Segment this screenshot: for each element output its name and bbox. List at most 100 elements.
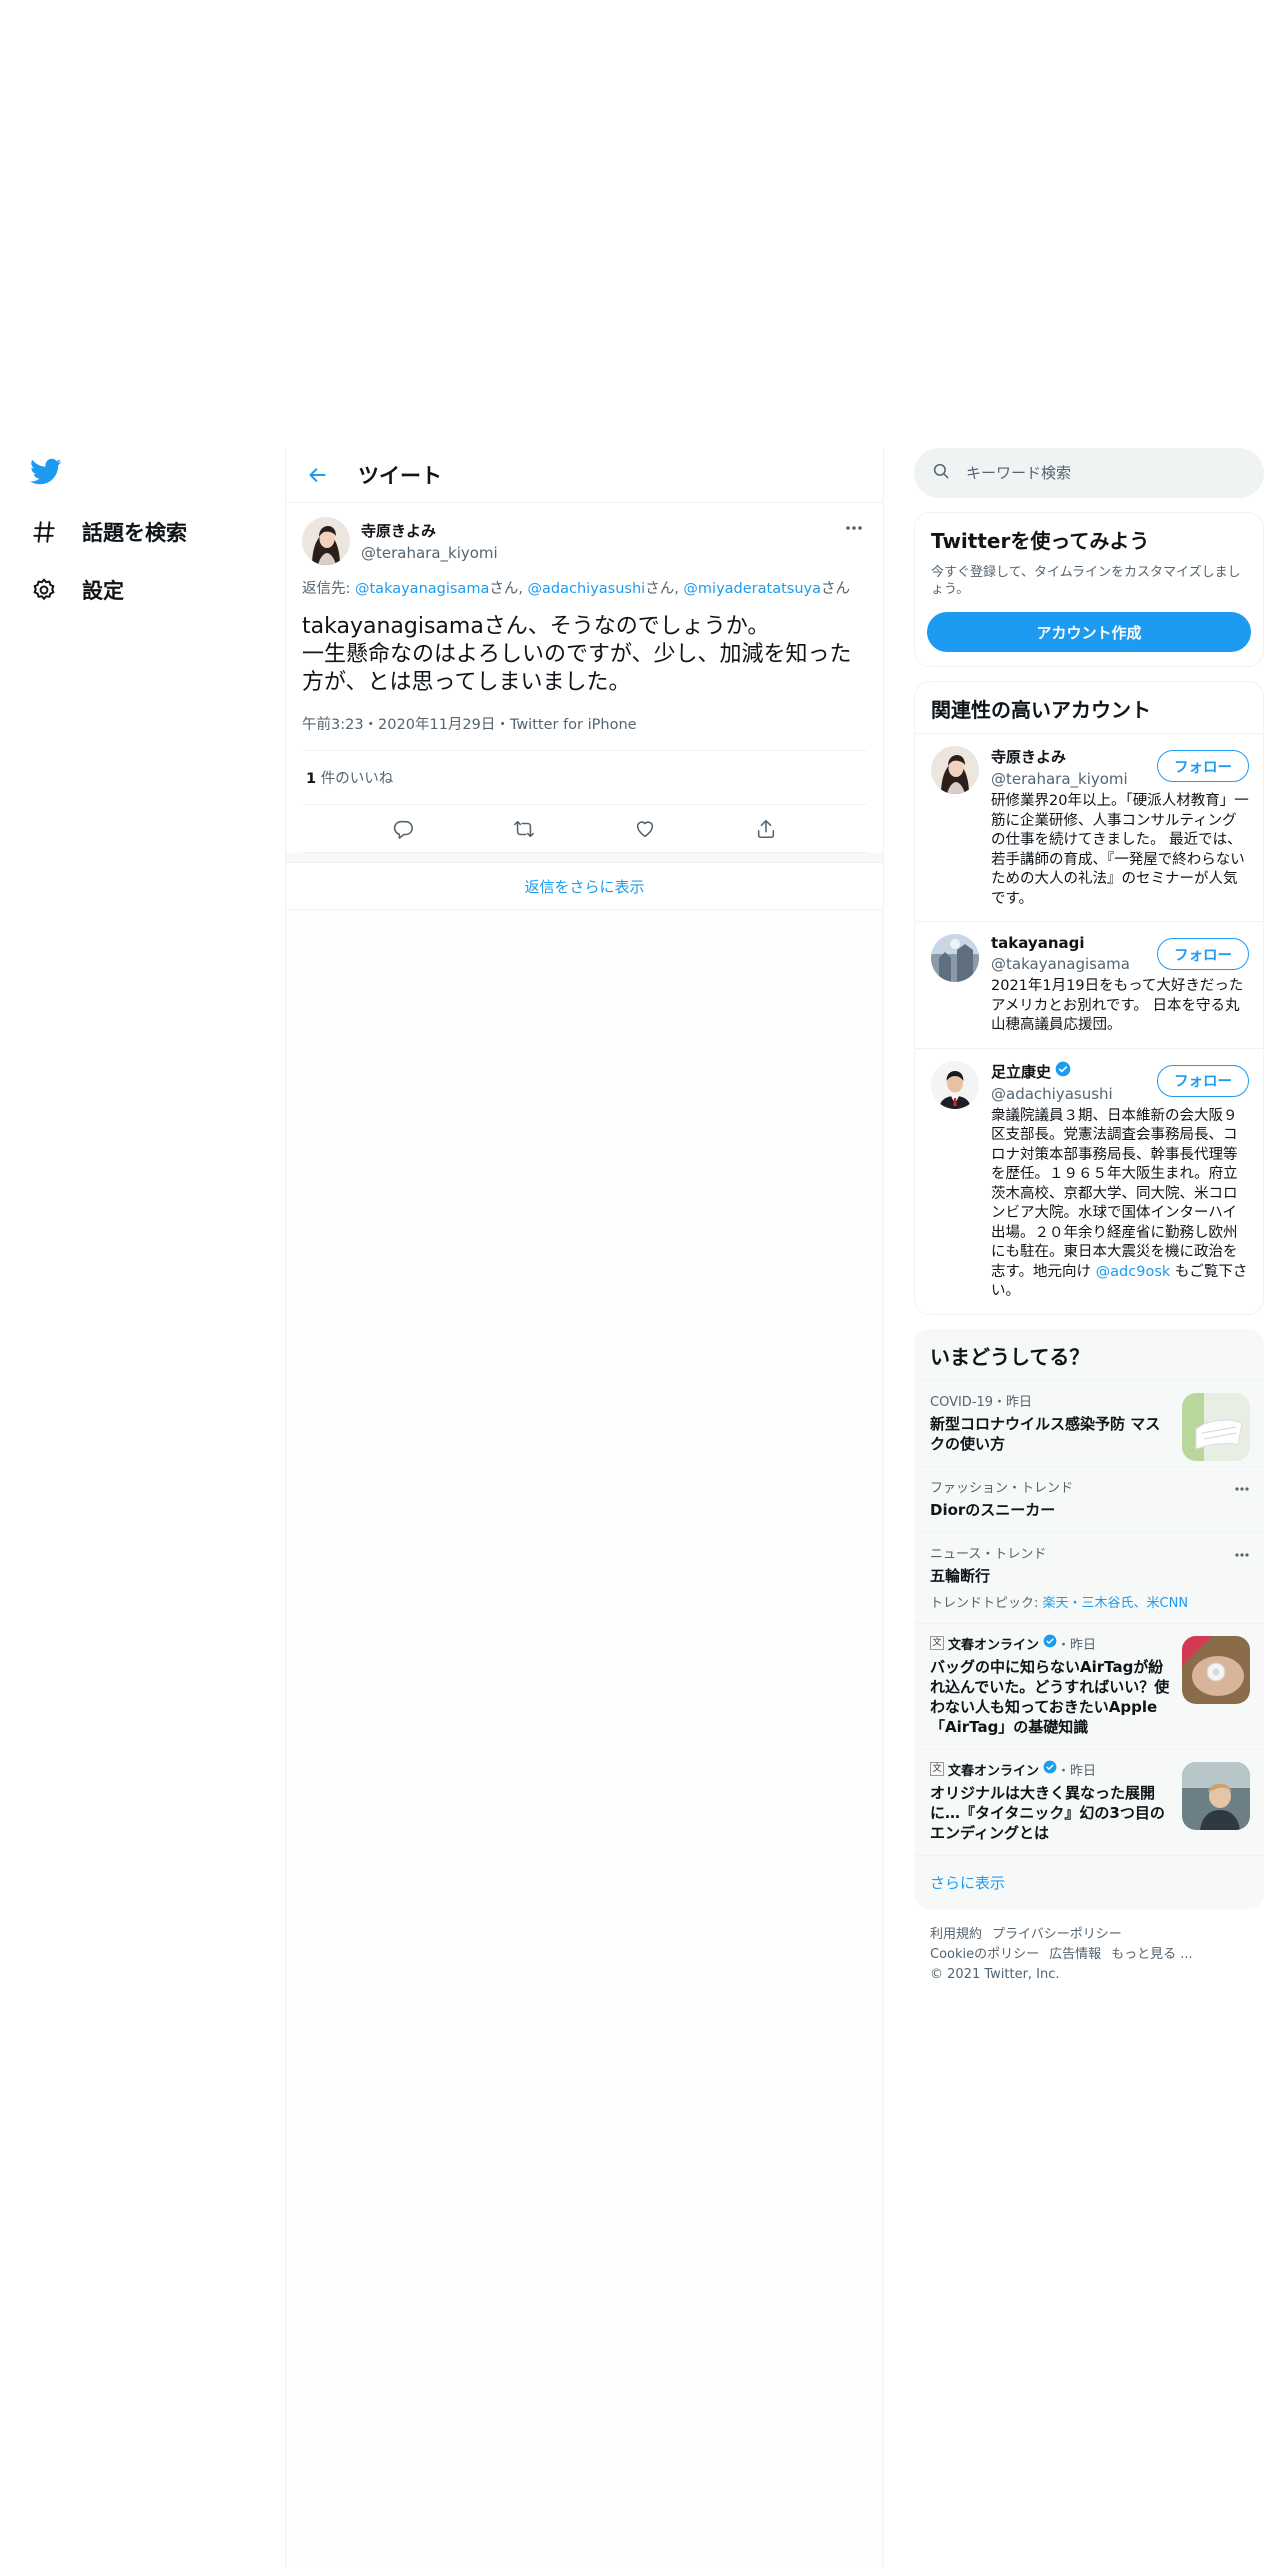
trends-show-more-link[interactable]: さらに表示 [914,1854,1264,1909]
trend-context: 文 文春オンライン ・昨日 [930,1634,1170,1653]
trend-item[interactable]: COVID-19・昨日 新型コロナウイルス感染予防 マスクの使い方 [914,1379,1264,1466]
tweet-like-count[interactable]: 1 件のいいね [302,751,867,805]
tweet-author[interactable]: 寺原きよみ @terahara_kiyomi [302,515,867,567]
trend-title: 新型コロナウイルス感染予防 マスクの使い方 [930,1414,1161,1453]
account-bio: 2021年1月19日をもって大好きだったアメリカとお別れです。 日本を守る丸山穂… [991,978,1244,1033]
account-item[interactable]: 足立康史 @adachiyasushi 衆議院議員３期、日本維新の会大阪９区支部… [915,1047,1263,1314]
trend-title: バッグの中に知らないAirTagが紛れ込んでいた。どうすればいい？使わない人も知… [930,1657,1170,1736]
trend-thumbnail [1182,1761,1250,1830]
like-heart-icon[interactable] [630,814,660,844]
account-bio-link[interactable]: @adc9osk [1096,1264,1171,1280]
right-sidebar: Twitterを使ってみよう 今すぐ登録して、タイムラインをカスタマイズしましょ… [914,448,1264,2001]
footer-link-terms[interactable]: 利用規約 [930,1927,982,1942]
reply-to-suffix: さん, [489,581,528,597]
footer-link-ads[interactable]: 広告情報 [1049,1947,1101,1962]
trend-thumbnail [1182,1392,1250,1461]
search-bar[interactable] [914,448,1264,498]
more-options-icon[interactable] [1234,1477,1250,1496]
relevant-accounts-card: 関連性の高いアカウント 寺原きよみ @terahara_kiyomi 研修業界2… [914,681,1264,1315]
avatar[interactable] [302,517,350,565]
reply-to-suffix: さん, [645,581,684,597]
trends-title: いまどうしてる？ [930,1344,1090,1369]
reply-icon[interactable] [388,814,418,844]
like-count-label: 件のいいね [316,771,394,787]
signup-card: Twitterを使ってみよう 今すぐ登録して、タイムラインをカスタマイズしましょ… [914,512,1264,667]
trend-title: 五輪断行 [930,1566,991,1585]
trend-thumbnail [1182,1635,1250,1704]
gear-icon [28,574,60,606]
tweet-actions [302,805,867,853]
trend-item[interactable]: ニュース・トレンド 五輪断行 トレンドトピック: 楽天・三木谷氏、米CNN [914,1531,1264,1623]
more-options-icon[interactable] [1234,1543,1250,1562]
tweet-detail: 寺原きよみ @terahara_kiyomi 返信先: @takayanagis… [286,503,883,853]
nav-explore[interactable]: 話題を検索 [28,510,187,554]
search-input[interactable] [966,464,1226,482]
follow-button[interactable]: フォロー [1157,938,1249,970]
publisher-logo-icon: 文 [930,1636,944,1650]
footer: 利用規約 プライバシーポリシー Cookieのポリシー 広告情報 もっと見る ... … [914,1909,1264,2001]
footer-link-privacy[interactable]: プライバシーポリシー [992,1927,1122,1942]
account-item[interactable]: 寺原きよみ @terahara_kiyomi 研修業界20年以上。「硬派人材教育… [915,733,1263,921]
like-count-value: 1 [306,771,317,787]
tweet-text: takayanagisamaさん、そうなのでしょうか。 一生懸命なのはよろしいの… [302,614,852,695]
account-bio: 衆議院議員３期、日本維新の会大阪９区支部長。党憲法調査会事務局長、コロナ対策本部… [991,1107,1249,1302]
footer-link-cookies[interactable]: Cookieのポリシー [930,1947,1039,1962]
trend-title: Diorのスニーカー [930,1500,1056,1519]
avatar[interactable] [931,746,979,794]
trend-subtopics-prefix: トレンドトピック: [930,1595,1043,1611]
publisher-logo-icon: 文 [930,1762,944,1776]
trend-item[interactable]: 文 文春オンライン ・昨日 オリジナルは大きく異なった展開に…『タイタニック』幻… [914,1748,1264,1855]
main-column: ツイート 寺原きよみ @terahara_kiyomi 返信先: @takaya… [285,448,884,2568]
account-item[interactable]: takayanagi @takayanagisama 2021年1月19日をもっ… [915,921,1263,1048]
search-icon [932,462,950,484]
trend-time: ・昨日 [1057,1763,1097,1779]
page-title: ツイート [358,464,442,488]
relevant-accounts-title: 関連性の高いアカウント [931,698,1151,722]
footer-copyright: © 2021 Twitter, Inc. [930,1966,1060,1982]
trend-context: ニュース・トレンド [930,1546,1047,1562]
hashtag-icon [28,516,60,548]
trend-source: 文春オンライン [948,1637,1040,1653]
reply-to-link[interactable]: @miyaderatatsuya [683,581,821,597]
trend-title: オリジナルは大きく異なった展開に…『タイタニック』幻の3つ目のエンディングとは [930,1783,1165,1842]
trend-subtopics-link[interactable]: 楽天・三木谷氏、米CNN [1043,1596,1189,1611]
reply-to-link[interactable]: @takayanagisama [355,581,489,597]
main-header: ツイート [286,448,883,503]
avatar[interactable] [931,1060,979,1109]
footer-link-more[interactable]: もっと見る ... [1111,1947,1193,1962]
tweet-timestamp[interactable]: 午前3:23・2020年11月29日・Twitter for iPhone [302,713,867,751]
reply-to-prefix: 返信先: [302,581,355,597]
trend-subtopics: トレンドトピック: 楽天・三木谷氏、米CNN [930,1592,1248,1611]
nav-explore-label: 話題を検索 [82,521,187,545]
share-icon[interactable] [751,814,781,844]
account-name-text: 足立康史 [991,1062,1052,1081]
follow-button[interactable]: フォロー [1157,750,1249,782]
nav-settings[interactable]: 設定 [28,568,124,612]
account-bio: 研修業界20年以上。「硬派人材教育」一筋に企業研修、人事コンサルティングの仕事を… [991,793,1249,907]
tweet-author-name: 寺原きよみ [361,522,437,540]
trend-context: COVID-19・昨日 [930,1394,1033,1410]
avatar[interactable] [931,934,979,982]
account-bio-text: 衆議院議員３期、日本維新の会大阪９区支部長。党憲法調査会事務局長、コロナ対策本部… [991,1107,1238,1280]
trend-item[interactable]: ファッション・トレンド Diorのスニーカー [914,1465,1264,1532]
reply-to-line: 返信先: @takayanagisamaさん, @adachiyasushiさん… [302,579,867,599]
verified-badge-icon [1055,1061,1071,1081]
trend-context: 文 文春オンライン ・昨日 [930,1760,1170,1779]
retweet-icon[interactable] [509,814,539,844]
reply-to-suffix: さん [820,581,850,597]
reply-to-link[interactable]: @adachiyasushi [528,581,646,597]
create-account-button[interactable]: アカウント作成 [927,612,1251,652]
nav-settings-label: 設定 [82,579,124,603]
more-options-icon[interactable] [843,517,865,539]
back-arrow-icon[interactable] [304,461,332,489]
trends-card: いまどうしてる？ COVID-19・昨日 新型コロナウイルス感染予防 マスクの使… [914,1328,1264,1909]
trend-time: ・昨日 [1057,1637,1097,1653]
signup-subtitle: 今すぐ登録して、タイムラインをカスタマイズしましょう。 [931,565,1241,597]
follow-button[interactable]: フォロー [1157,1064,1249,1097]
section-divider [286,853,883,863]
verified-badge-icon [1043,1634,1057,1652]
trend-item[interactable]: 文 文春オンライン ・昨日 バッグの中に知らないAirTagが紛れ込んでいた。ど… [914,1622,1264,1749]
verified-badge-icon [1043,1760,1057,1778]
show-more-replies-button[interactable]: 返信をさらに表示 [286,863,883,910]
twitter-logo-icon[interactable] [30,458,62,486]
